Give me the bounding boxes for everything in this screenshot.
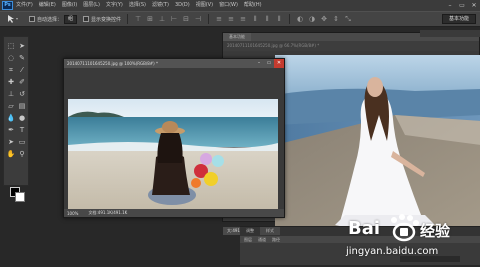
menu-image[interactable]: 图像(I): [59, 0, 80, 11]
distribute-right-icon[interactable]: ⦀: [275, 15, 283, 23]
watermark-brand: Bai: [348, 218, 381, 239]
menu-help[interactable]: 帮助(H): [241, 0, 265, 11]
gradient-tool-icon[interactable]: ▤: [17, 101, 27, 111]
menu-edit[interactable]: 编辑(E): [36, 0, 59, 11]
move-tool-preset[interactable]: [3, 13, 23, 25]
hand-tool-icon[interactable]: ✋: [6, 149, 16, 159]
crop-tool-icon[interactable]: ⌗: [6, 65, 16, 75]
type-tool-icon[interactable]: T: [17, 125, 27, 135]
tab-paths[interactable]: 路径: [272, 237, 280, 243]
auto-select-checkbox[interactable]: [29, 16, 35, 22]
healing-tool-icon[interactable]: ✚: [6, 77, 16, 87]
path-select-tool-icon[interactable]: ➤: [6, 137, 16, 147]
baidu-jingyan-watermark: Bai 经验 jingyan.baidu.com: [342, 208, 478, 265]
quick-select-tool-icon[interactable]: ✎: [17, 53, 27, 63]
doc-minimize-button[interactable]: –: [254, 59, 264, 68]
distribute-left-icon[interactable]: ⦀: [251, 15, 259, 23]
minimize-button[interactable]: –: [444, 0, 456, 11]
document-status-bar: 100% 文档:491.1K/491.1K: [64, 209, 284, 217]
3d-slide-icon[interactable]: ⇕: [332, 15, 340, 23]
show-transform-label: 显示变换控件: [91, 16, 122, 23]
document-window-front[interactable]: 20140711101645250.jpg @ 100%(RGB/8#) * –…: [63, 58, 285, 218]
options-bar: 自动选择： 组 显示变换控件 ⊤ ⊞ ⊥ ⊢ ⊟ ⊣ ≡ ≡ ≡ ⦀ ⦀ ⦀ ◐…: [0, 11, 480, 27]
document-window-controls: – ▭ ✕: [254, 59, 284, 68]
distribute-bottom-icon[interactable]: ≡: [239, 15, 247, 23]
pen-tool-icon[interactable]: ✒: [6, 125, 16, 135]
dodge-tool-icon[interactable]: ●: [17, 113, 27, 123]
3d-pan-icon[interactable]: ✥: [320, 15, 328, 23]
align-top-icon[interactable]: ⊤: [134, 15, 142, 23]
eraser-tool-icon[interactable]: ▱: [6, 101, 16, 111]
window-controls: – ▭ ✕: [444, 0, 480, 11]
brush-tool-icon[interactable]: ✐: [17, 77, 27, 87]
document-title: 20140711101645250.jpg @ 100%(RGB/8#) *: [67, 61, 158, 66]
shape-tool-icon[interactable]: ▭: [17, 137, 27, 147]
document-titlebar[interactable]: 20140711101645250.jpg @ 100%(RGB/8#) * –…: [64, 59, 284, 68]
auto-select-label: 自动选择：: [37, 16, 63, 23]
right-panel-header: [420, 30, 480, 37]
separator: [289, 14, 291, 24]
maximize-button[interactable]: ▭: [456, 0, 468, 11]
separator: [127, 14, 129, 24]
align-bottom-icon[interactable]: ⊥: [158, 15, 166, 23]
3d-rotate-icon[interactable]: ◐: [296, 15, 304, 23]
separator: [208, 14, 210, 24]
doc-close-button[interactable]: ✕: [274, 59, 284, 68]
align-vcenter-icon[interactable]: ⊞: [146, 15, 154, 23]
document-title-back: 20140711101645250.jpg @ 66.7%(RGB/8#) *: [223, 41, 479, 51]
tools-panel: ⬚ ➤ ◌ ✎ ⌗ ⁄ ✚ ✐ ⊥ ↺ ▱ ▤ 💧 ● ✒ T ➤ ▭ ✋ ⚲: [3, 36, 29, 202]
close-button[interactable]: ✕: [468, 0, 480, 11]
tab-adjustments[interactable]: 调整: [240, 227, 260, 235]
clone-stamp-tool-icon[interactable]: ⊥: [6, 89, 16, 99]
background-color-swatch[interactable]: [15, 192, 25, 202]
workspace-dropdown[interactable]: 基本功能: [441, 14, 476, 24]
menu-type[interactable]: 文字(Y): [103, 0, 126, 11]
zoom-tool-icon[interactable]: ⚲: [17, 149, 27, 159]
tab-channels[interactable]: 通道: [258, 237, 266, 243]
photo-girl-beach-balloons: [68, 99, 278, 211]
doc-maximize-button[interactable]: ▭: [264, 59, 274, 68]
watermark-brand-suffix: 经验: [420, 222, 451, 240]
distribute-top-icon[interactable]: ≡: [215, 15, 223, 23]
photoshop-logo: Ps: [2, 1, 13, 10]
document-info[interactable]: 文档:491.1K/491.1K: [88, 210, 127, 216]
menu-file[interactable]: 文件(F): [13, 0, 36, 11]
align-right-icon[interactable]: ⊣: [194, 15, 202, 23]
align-hcenter-icon[interactable]: ⊟: [182, 15, 190, 23]
menu-view[interactable]: 视图(V): [193, 0, 216, 11]
panel-tab[interactable]: 基本功能: [223, 33, 251, 41]
3d-scale-icon[interactable]: ⤡: [344, 15, 352, 23]
distribute-hcenter-icon[interactable]: ⦀: [263, 15, 271, 23]
menu-3d[interactable]: 3D(D): [172, 0, 193, 11]
tab-styles[interactable]: 样式: [260, 227, 280, 235]
distribute-vcenter-icon[interactable]: ≡: [227, 15, 235, 23]
menu-filter[interactable]: 滤镜(T): [149, 0, 172, 11]
lasso-tool-icon[interactable]: ◌: [6, 53, 16, 63]
move-icon: [8, 15, 18, 23]
zoom-level[interactable]: 100%: [67, 211, 78, 216]
blur-tool-icon[interactable]: 💧: [6, 113, 16, 123]
menu-bar: Ps 文件(F) 编辑(E) 图像(I) 图层(L) 文字(Y) 选择(S) 滤…: [0, 0, 480, 11]
auto-select-dropdown[interactable]: 组: [64, 14, 78, 24]
show-transform-checkbox[interactable]: [83, 16, 90, 22]
menu-select[interactable]: 选择(S): [126, 0, 149, 11]
menu-window[interactable]: 窗口(W): [216, 0, 241, 11]
history-brush-tool-icon[interactable]: ↺: [17, 89, 27, 99]
menu-layer[interactable]: 图层(L): [80, 0, 103, 11]
watermark-url: jingyan.baidu.com: [346, 246, 439, 257]
move-tool-icon[interactable]: ➤: [17, 41, 27, 51]
align-left-icon[interactable]: ⊢: [170, 15, 178, 23]
eyedropper-tool-icon[interactable]: ⁄: [17, 65, 27, 75]
marquee-tool-icon[interactable]: ⬚: [6, 41, 16, 51]
tab-layers[interactable]: 图层: [244, 237, 252, 243]
photoshop-window: Ps 文件(F) 编辑(E) 图像(I) 图层(L) 文字(Y) 选择(S) 滤…: [0, 0, 480, 265]
3d-roll-icon[interactable]: ◑: [308, 15, 316, 23]
